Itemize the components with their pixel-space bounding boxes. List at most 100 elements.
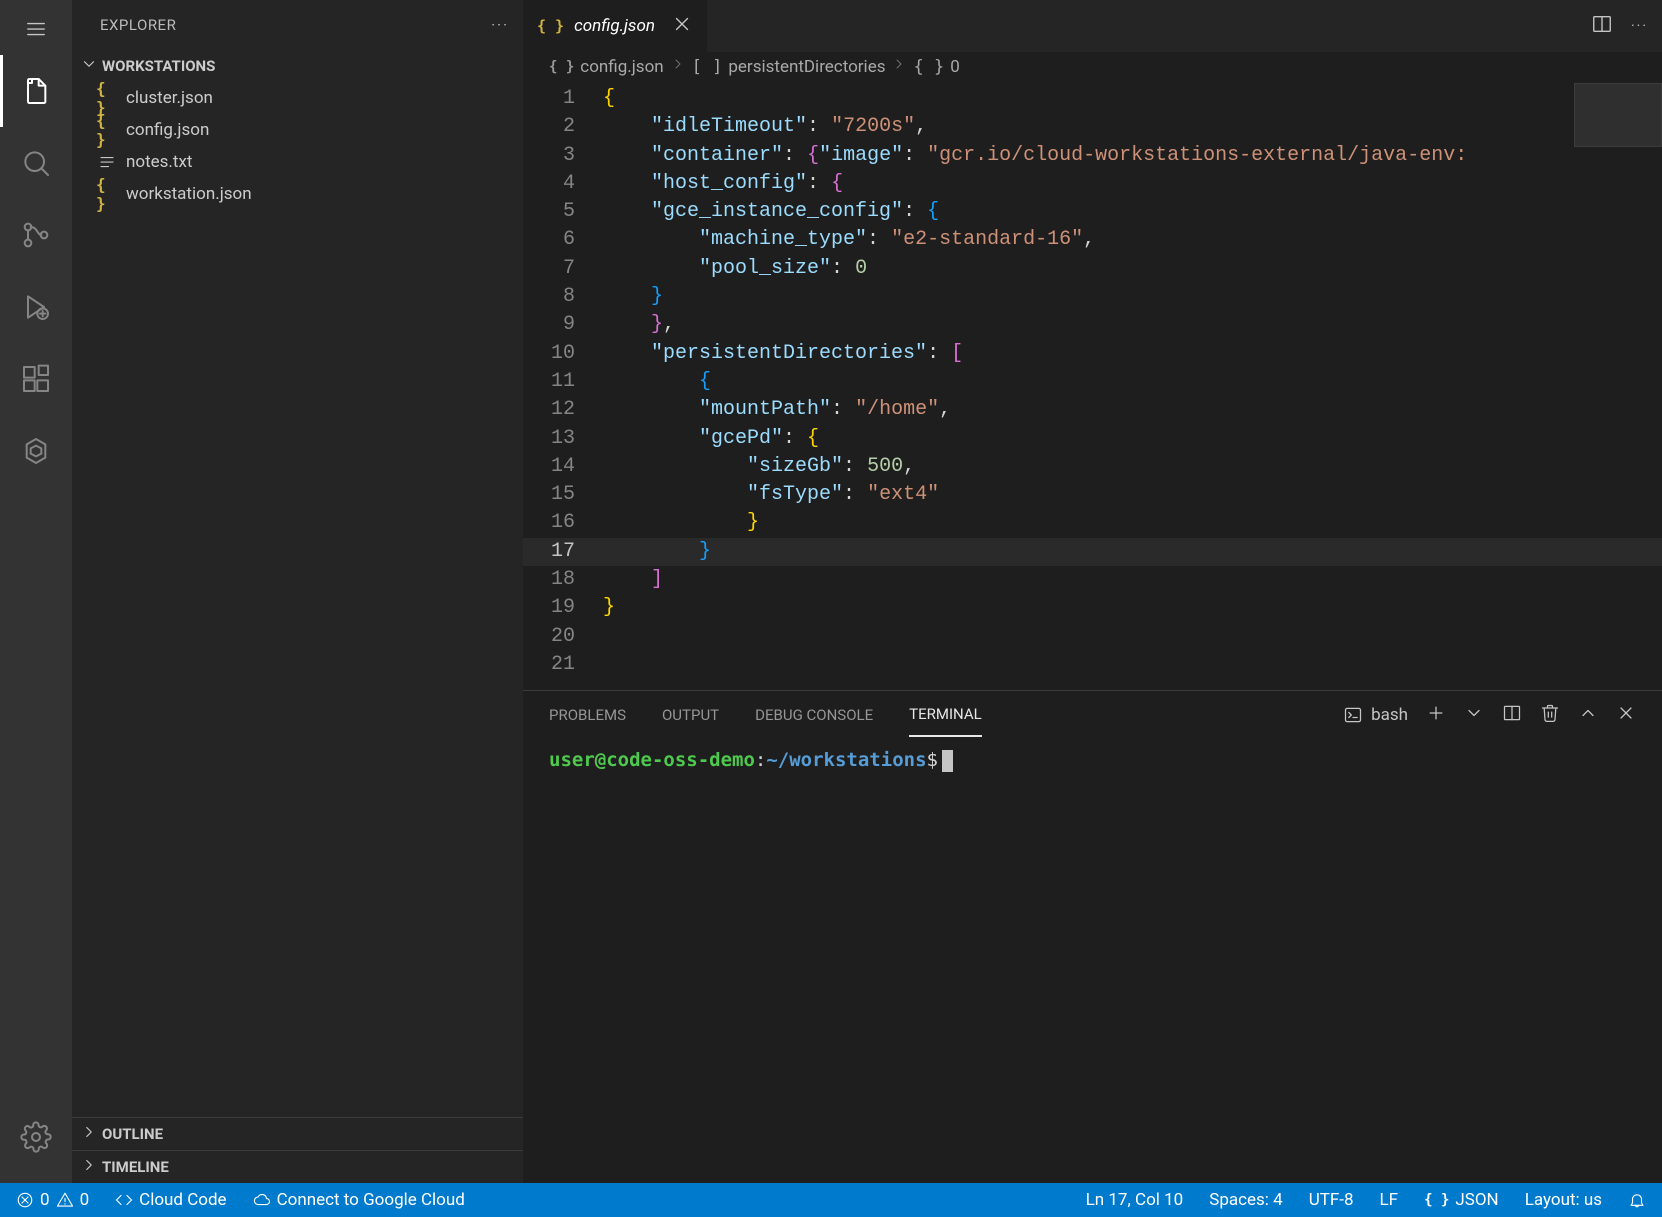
code-line[interactable]: 12 "mountPath": "/home", xyxy=(523,396,1662,424)
editor-area: { } config.json ··· { }config.json[ ]per… xyxy=(523,0,1662,1183)
status-line-col[interactable]: Ln 17, Col 10 xyxy=(1082,1190,1188,1210)
panel-tab-terminal[interactable]: TERMINAL xyxy=(909,693,982,737)
new-terminal-icon[interactable] xyxy=(1426,703,1446,727)
status-cloud-code[interactable]: Cloud Code xyxy=(111,1190,230,1210)
activity-cloud-code[interactable] xyxy=(0,415,72,487)
activity-source-control[interactable] xyxy=(0,199,72,271)
code-line[interactable]: 19} xyxy=(523,594,1662,622)
terminal-path: ~/workstations xyxy=(766,749,926,771)
line-number: 14 xyxy=(523,453,603,481)
array-icon: [ ] xyxy=(692,57,723,77)
status-layout[interactable]: Layout: us xyxy=(1521,1190,1606,1210)
chevron-down-icon xyxy=(80,55,98,77)
code-line[interactable]: 6 "machine_type": "e2-standard-16", xyxy=(523,226,1662,254)
tab-config-json[interactable]: { } config.json xyxy=(523,0,708,52)
code-line[interactable]: 18 ] xyxy=(523,566,1662,594)
text-file-icon xyxy=(96,151,118,173)
code-line[interactable]: 3 "container": {"image": "gcr.io/cloud-w… xyxy=(523,142,1662,170)
json-icon: { } xyxy=(537,17,564,35)
terminal-cursor xyxy=(942,750,953,772)
workspace-name: WORKSTATIONS xyxy=(102,57,215,75)
line-number: 7 xyxy=(523,255,603,283)
activity-run-debug[interactable] xyxy=(0,271,72,343)
line-number: 16 xyxy=(523,509,603,537)
code-line[interactable]: 4 "host_config": { xyxy=(523,170,1662,198)
outline-section[interactable]: OUTLINE xyxy=(72,1117,523,1150)
code-line[interactable]: 17 } xyxy=(523,538,1662,566)
file-name: workstation.json xyxy=(126,184,252,204)
panel-tab-output[interactable]: OUTPUT xyxy=(662,694,719,736)
panel-tab-problems[interactable]: PROBLEMS xyxy=(549,694,626,736)
close-panel-icon[interactable] xyxy=(1616,703,1636,727)
outline-label: OUTLINE xyxy=(102,1125,163,1143)
breadcrumb-item[interactable]: { }0 xyxy=(913,57,959,77)
activity-manage[interactable] xyxy=(0,1101,72,1173)
file-name: config.json xyxy=(126,120,209,140)
close-icon[interactable] xyxy=(671,13,693,40)
breadcrumbs[interactable]: { }config.json [ ]persistentDirectories { … xyxy=(523,52,1662,81)
line-number: 21 xyxy=(523,651,603,679)
split-editor-icon[interactable] xyxy=(1591,13,1613,39)
code-line[interactable]: 2 "idleTimeout": "7200s", xyxy=(523,113,1662,141)
app-menu-button[interactable] xyxy=(0,6,72,51)
status-eol[interactable]: LF xyxy=(1376,1190,1403,1210)
code-line[interactable]: 20 xyxy=(523,623,1662,651)
line-number: 9 xyxy=(523,311,603,339)
code-line[interactable]: 14 "sizeGb": 500, xyxy=(523,453,1662,481)
timeline-section[interactable]: TIMELINE xyxy=(72,1150,523,1183)
workspace-header[interactable]: WORKSTATIONS xyxy=(72,50,523,82)
maximize-panel-icon[interactable] xyxy=(1578,703,1598,727)
file-item[interactable]: { }config.json xyxy=(72,114,523,146)
status-errors[interactable]: 0 0 xyxy=(12,1190,93,1210)
activity-explorer[interactable] xyxy=(0,55,72,127)
kill-terminal-icon[interactable] xyxy=(1540,703,1560,727)
file-item[interactable]: { }workstation.json xyxy=(72,178,523,210)
minimap[interactable] xyxy=(1574,83,1662,147)
breadcrumb-item[interactable]: { }config.json xyxy=(549,57,664,77)
file-name: cluster.json xyxy=(126,88,213,108)
code-line[interactable]: 21 xyxy=(523,651,1662,679)
file-tree: { }cluster.json{ }config.jsonnotes.txt{ … xyxy=(72,82,523,1117)
status-connect-gcloud[interactable]: Connect to Google Cloud xyxy=(249,1190,469,1210)
code-editor[interactable]: 1{2 "idleTimeout": "7200s",3 "container"… xyxy=(523,81,1662,690)
terminal-user: user@code-oss-demo xyxy=(549,749,755,771)
file-item[interactable]: { }cluster.json xyxy=(72,82,523,114)
status-notifications[interactable] xyxy=(1624,1191,1650,1209)
warning-icon xyxy=(56,1191,74,1209)
code-line[interactable]: 5 "gce_instance_config": { xyxy=(523,198,1662,226)
terminal-shell-picker[interactable]: bash xyxy=(1343,705,1408,725)
explorer-title: EXPLORER xyxy=(100,16,176,34)
cloud-icon xyxy=(253,1191,271,1209)
code-line[interactable]: 7 "pool_size": 0 xyxy=(523,255,1662,283)
panel: PROBLEMS OUTPUT DEBUG CONSOLE TERMINAL bash xyxy=(523,690,1662,1183)
object-icon: { } xyxy=(913,57,944,77)
editor-tabs: { } config.json ··· xyxy=(523,0,1662,52)
status-encoding[interactable]: UTF-8 xyxy=(1305,1190,1358,1210)
code-line[interactable]: 1{ xyxy=(523,85,1662,113)
code-line[interactable]: 8 } xyxy=(523,283,1662,311)
code-line[interactable]: 13 "gcePd": { xyxy=(523,425,1662,453)
line-number: 20 xyxy=(523,623,603,651)
explorer-sidebar: EXPLORER ··· WORKSTATIONS { }cluster.jso… xyxy=(72,0,523,1183)
tab-more-icon[interactable]: ··· xyxy=(1631,18,1648,34)
activity-extensions[interactable] xyxy=(0,343,72,415)
breadcrumb-item[interactable]: [ ]persistentDirectories xyxy=(692,57,886,77)
line-number: 18 xyxy=(523,566,603,594)
code-line[interactable]: 9 }, xyxy=(523,311,1662,339)
line-number: 12 xyxy=(523,396,603,424)
code-line[interactable]: 11 { xyxy=(523,368,1662,396)
code-line[interactable]: 10 "persistentDirectories": [ xyxy=(523,340,1662,368)
split-terminal-icon[interactable] xyxy=(1502,703,1522,727)
terminal-dropdown-icon[interactable] xyxy=(1464,703,1484,727)
code-line[interactable]: 15 "fsType": "ext4" xyxy=(523,481,1662,509)
status-indent[interactable]: Spaces: 4 xyxy=(1205,1190,1286,1210)
tab-label: config.json xyxy=(574,16,655,36)
panel-tab-debug-console[interactable]: DEBUG CONSOLE xyxy=(755,694,873,736)
activity-search[interactable] xyxy=(0,127,72,199)
code-line[interactable]: 16 } xyxy=(523,509,1662,537)
explorer-more-icon[interactable]: ··· xyxy=(491,16,509,34)
file-item[interactable]: notes.txt xyxy=(72,146,523,178)
terminal[interactable]: user@code-oss-demo:~/workstations$ xyxy=(523,739,1662,1183)
line-number: 19 xyxy=(523,594,603,622)
status-language[interactable]: { } JSON xyxy=(1420,1190,1503,1210)
